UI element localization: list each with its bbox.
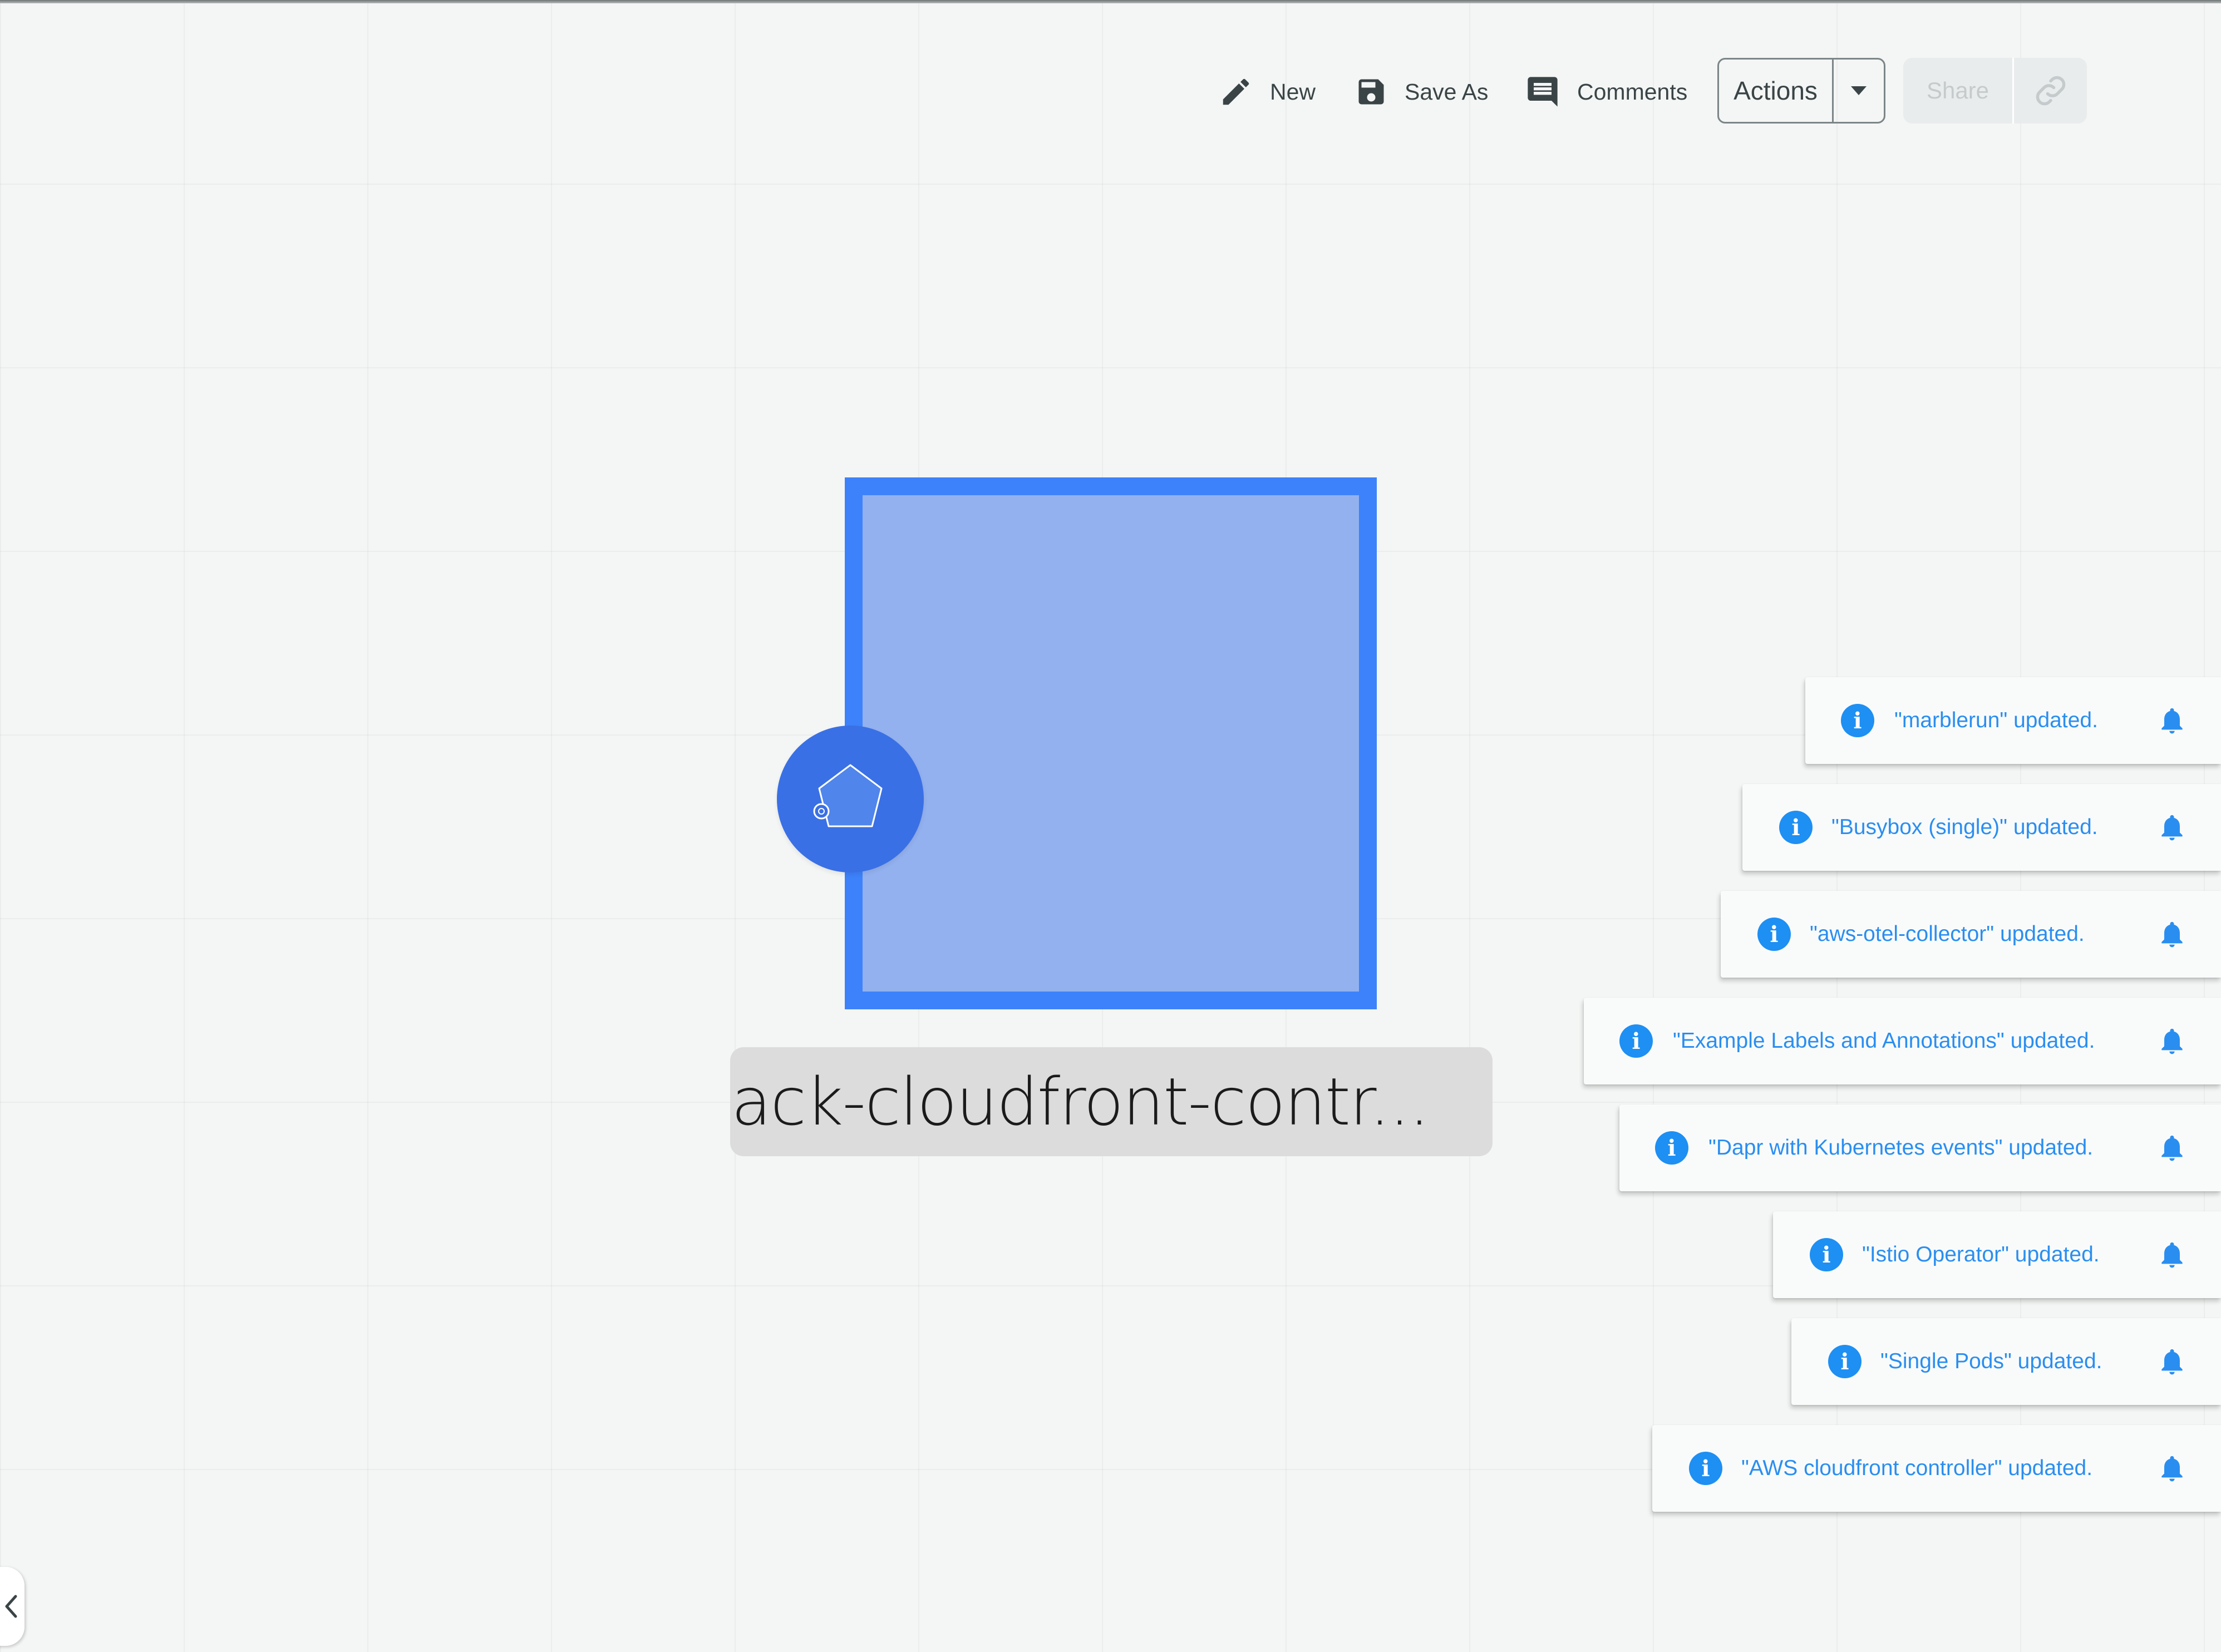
- notification-message: "Example Labels and Annotations" updated…: [1673, 1029, 2095, 1053]
- bell-icon[interactable]: [2156, 1131, 2188, 1165]
- design-toolbar: New Save As Comments Actions Share: [0, 0, 2221, 134]
- notification-toast[interactable]: i "marblerun" updated.: [1805, 677, 2221, 764]
- new-label: New: [1270, 78, 1316, 105]
- notification-toast[interactable]: i "Single Pods" updated.: [1791, 1318, 2221, 1405]
- bell-icon[interactable]: [2156, 1238, 2188, 1271]
- actions-button[interactable]: Actions: [1719, 60, 1834, 122]
- drawer-toggle[interactable]: [0, 1567, 24, 1646]
- component-node[interactable]: [845, 477, 1377, 1009]
- notification-message: "Single Pods" updated.: [1880, 1349, 2102, 1373]
- info-icon: i: [1689, 1452, 1722, 1485]
- share-button-group: Share: [1903, 58, 2087, 124]
- bell-icon[interactable]: [2156, 811, 2188, 844]
- info-icon: i: [1810, 1238, 1843, 1271]
- caret-down-icon: [1851, 86, 1867, 95]
- notification-message: "Dapr with Kubernetes events" updated.: [1708, 1136, 2094, 1160]
- notification-toast[interactable]: i "aws-otel-collector" updated.: [1721, 891, 2221, 978]
- info-icon: i: [1779, 811, 1813, 844]
- pencil-icon: [1223, 78, 1249, 105]
- floppy-disk-icon: [1358, 79, 1384, 105]
- bell-icon[interactable]: [2156, 1024, 2188, 1058]
- notification-toast[interactable]: i "AWS cloudfront controller" updated.: [1652, 1425, 2221, 1512]
- notification-message: "AWS cloudfront controller" updated.: [1741, 1456, 2093, 1480]
- comments-label: Comments: [1577, 78, 1688, 105]
- comment-icon: [1528, 77, 1558, 107]
- comments-button[interactable]: Comments: [1525, 67, 1687, 117]
- bell-icon[interactable]: [2156, 1452, 2188, 1485]
- node-label-text: ack-cloudfront-contr...: [731, 1063, 1430, 1140]
- share-button[interactable]: Share: [1903, 58, 2014, 124]
- chevron-left-icon: [5, 1595, 17, 1618]
- bell-icon[interactable]: [2156, 1345, 2188, 1378]
- notification-toast[interactable]: i "Busybox (single)" updated.: [1742, 784, 2221, 871]
- notification-message: "Istio Operator" updated.: [1862, 1242, 2100, 1266]
- notification-message: "aws-otel-collector" updated.: [1810, 922, 2085, 946]
- new-button[interactable]: New: [1219, 67, 1316, 117]
- notification-message: "Busybox (single)" updated.: [1831, 815, 2098, 839]
- bell-icon[interactable]: [2156, 704, 2188, 737]
- notification-toast[interactable]: i "Dapr with Kubernetes events" updated.: [1619, 1104, 2221, 1191]
- info-icon: i: [1655, 1131, 1688, 1165]
- notification-message: "marblerun" updated.: [1894, 708, 2098, 732]
- pentagon-tag-icon: [813, 764, 883, 827]
- node-label[interactable]: ack-cloudfront-contr...: [730, 1047, 1493, 1156]
- info-icon: i: [1828, 1345, 1861, 1378]
- actions-dropdown-toggle[interactable]: [1834, 60, 1884, 122]
- info-icon: i: [1619, 1024, 1653, 1058]
- info-icon: i: [1841, 704, 1874, 737]
- save-as-button[interactable]: Save As: [1355, 67, 1488, 117]
- node-badge[interactable]: [777, 726, 924, 872]
- copy-link-button[interactable]: [2014, 58, 2087, 124]
- save-as-label: Save As: [1405, 78, 1489, 105]
- bell-icon[interactable]: [2156, 918, 2188, 951]
- actions-split-button: Actions: [1717, 58, 1885, 124]
- link-icon: [2036, 76, 2065, 106]
- notification-toast[interactable]: i "Istio Operator" updated.: [1773, 1211, 2221, 1298]
- notification-toast[interactable]: i "Example Labels and Annotations" update…: [1584, 998, 2221, 1084]
- info-icon: i: [1757, 918, 1791, 951]
